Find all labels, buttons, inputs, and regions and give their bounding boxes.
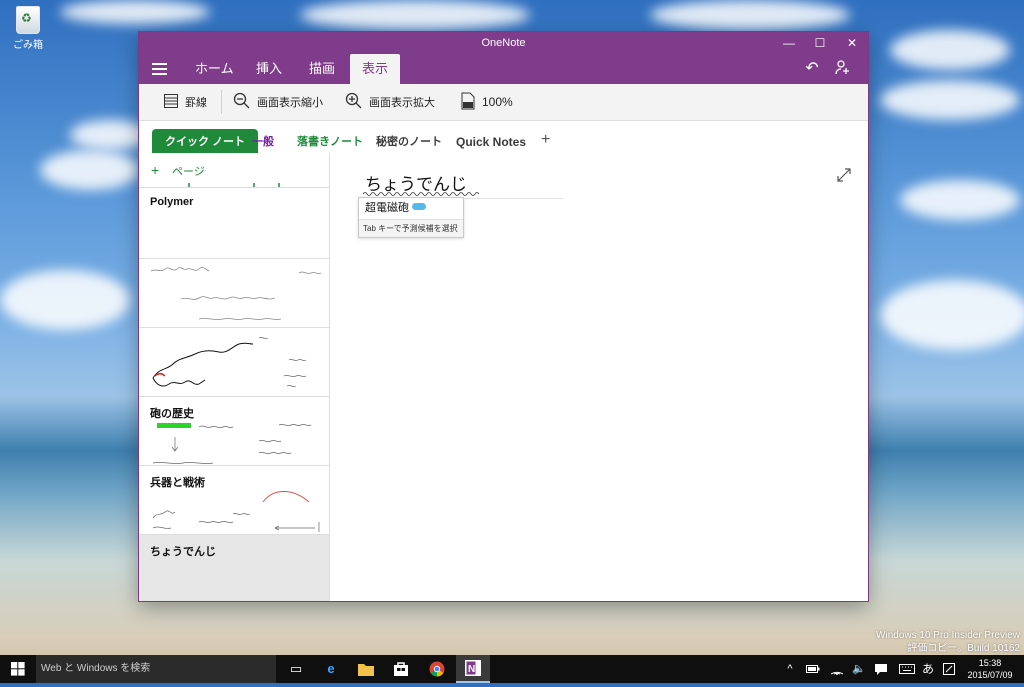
plus-icon: + xyxy=(151,162,160,178)
volume-icon[interactable]: 🔈 xyxy=(848,655,870,683)
close-button[interactable]: ✕ xyxy=(836,32,868,54)
zoom-out-button[interactable]: 画面表示縮小 xyxy=(233,84,323,120)
map-sketch-thumbnail xyxy=(152,337,307,387)
tactics-sketch-thumbnail xyxy=(152,491,320,532)
zoom-100-button[interactable]: 100% xyxy=(460,84,513,120)
ruled-lines-button[interactable]: 罫線 xyxy=(163,84,207,120)
section-tab-general[interactable]: 一般 xyxy=(239,129,287,155)
zoom-out-label: 画面表示縮小 xyxy=(257,97,323,109)
page-item[interactable] xyxy=(139,259,329,328)
add-section-button[interactable]: + xyxy=(528,127,563,153)
watermark-edition: Windows 10 Pro Insider Preview xyxy=(876,630,1020,641)
zoom-out-icon xyxy=(233,92,251,113)
build-watermark: Windows 10 Pro Insider Preview 評価コピー。Bui… xyxy=(876,629,1020,655)
ribbon-tabs: ホーム 挿入 描画 表示 ↶ xyxy=(139,54,868,84)
svg-text:N: N xyxy=(468,664,475,675)
page-item[interactable]: 砲の歴史 xyxy=(139,397,329,466)
battery-icon[interactable] xyxy=(802,655,824,683)
zoom-in-label: 画面表示拡大 xyxy=(369,97,435,109)
task-view-icon[interactable]: ▭ xyxy=(279,655,313,683)
page-item[interactable] xyxy=(139,328,329,397)
minimize-button[interactable]: — xyxy=(773,32,805,54)
expand-icon[interactable] xyxy=(836,167,852,183)
taskbar-clock[interactable]: 15:38 2015/07/09 xyxy=(960,657,1020,681)
handwriting-thumbnail xyxy=(150,266,322,320)
maximize-button[interactable]: ☐ xyxy=(804,32,836,54)
ruled-lines-icon xyxy=(163,93,179,112)
touch-keyboard-icon[interactable] xyxy=(896,655,918,683)
ime-mode-indicator[interactable]: あ xyxy=(920,655,936,683)
wifi-icon[interactable] xyxy=(826,655,848,683)
section-tab-secret[interactable]: 秘密のノート xyxy=(363,129,455,155)
zoom-in-button[interactable]: 画面表示拡大 xyxy=(345,84,435,120)
clock-date: 2015/07/09 xyxy=(967,670,1013,680)
start-button[interactable] xyxy=(0,655,36,683)
tab-draw[interactable]: 描画 xyxy=(297,54,347,84)
section-tabs: クイック ノート 一般 落書きノート 秘密のノート Quick Notes + xyxy=(139,121,868,157)
cloud-icon xyxy=(412,203,426,210)
taskbar: Web と Windows を検索 ▭ e N ^ 🔈 あ 15:38 2015… xyxy=(0,655,1024,683)
view-toolbar: 罫線 画面表示縮小 画面表示拡大 100% xyxy=(139,84,868,121)
edge-browser-icon[interactable]: e xyxy=(314,655,348,683)
show-hidden-icons-chevron-icon[interactable]: ^ xyxy=(782,655,798,683)
page-title: Polymer xyxy=(150,196,194,208)
page-title: ちょうでんじ xyxy=(150,546,216,558)
page-list: + ページ Polymer 砲の歴史 兵器と戦術 ちょうでんじ xyxy=(139,153,330,601)
store-icon[interactable] xyxy=(384,655,418,683)
page-item[interactable]: 兵器と戦術 xyxy=(139,466,329,535)
ime-candidate[interactable]: 超電磁砲 xyxy=(359,198,463,219)
tab-home[interactable]: ホーム xyxy=(183,54,246,84)
share-person-icon[interactable] xyxy=(831,59,853,79)
add-page-button[interactable]: + ページ xyxy=(139,153,329,188)
ime-candidate-text: 超電磁砲 xyxy=(365,202,409,214)
clock-time: 15:38 xyxy=(978,658,1002,668)
undo-icon[interactable]: ↶ xyxy=(801,59,823,79)
windows-logo-icon xyxy=(11,662,25,676)
onenote-taskbar-icon[interactable]: N xyxy=(456,655,490,683)
handwriting-thumbnail xyxy=(152,423,312,464)
zoom-100-label: 100% xyxy=(482,95,513,109)
ruled-lines-label: 罫線 xyxy=(185,97,207,109)
chrome-icon[interactable] xyxy=(420,655,454,683)
page-item-selected[interactable]: ちょうでんじ xyxy=(139,535,329,601)
action-center-icon[interactable] xyxy=(872,655,890,683)
section-tab-quick-notes[interactable]: Quick Notes xyxy=(443,129,539,155)
hamburger-menu-icon[interactable] xyxy=(152,63,167,75)
toolbar-divider xyxy=(221,90,222,114)
tab-view[interactable]: 表示 xyxy=(350,54,401,84)
taskbar-search-box[interactable]: Web と Windows を検索 xyxy=(36,655,276,683)
recycle-bin[interactable]: ごみ箱 xyxy=(8,6,48,51)
onenote-window: OneNote — ☐ ✕ ホーム 挿入 描画 表示 ↶ 罫線 画面表示縮小 画… xyxy=(139,32,868,601)
page-100-icon xyxy=(460,92,476,113)
recycle-bin-label: ごみ箱 xyxy=(13,40,43,51)
title-bar[interactable]: OneNote — ☐ ✕ xyxy=(139,32,868,54)
note-canvas[interactable]: ちょうでんじ 超電磁砲 Tab キーで予測候補を選択 xyxy=(330,153,868,601)
window-title: OneNote xyxy=(481,37,526,49)
zoom-in-icon xyxy=(345,92,363,113)
recycle-bin-icon xyxy=(16,6,40,34)
ime-hint: Tab キーで予測候補を選択 xyxy=(359,219,463,237)
ime-settings-icon[interactable] xyxy=(940,655,958,683)
ime-suggestion-popup: 超電磁砲 Tab キーで予測候補を選択 xyxy=(358,197,464,238)
file-explorer-icon[interactable] xyxy=(349,655,383,683)
page-item[interactable]: Polymer xyxy=(139,188,329,259)
add-page-label: ページ xyxy=(172,166,205,178)
watermark-build: 評価コピー。Build 10162 xyxy=(907,643,1020,654)
tab-insert[interactable]: 挿入 xyxy=(244,54,294,84)
